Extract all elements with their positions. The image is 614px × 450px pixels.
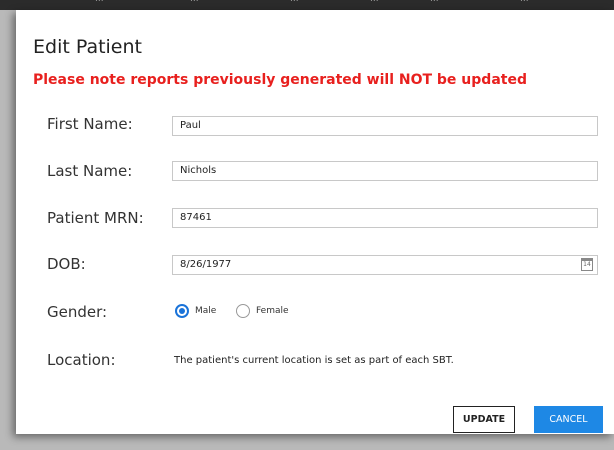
dob-label: DOB: xyxy=(47,255,86,273)
gender-label: Gender: xyxy=(47,303,108,321)
background-column-text: ... xyxy=(95,0,104,4)
background-column-text: ... xyxy=(430,0,439,4)
patient-mrn-input[interactable]: 87461 xyxy=(172,208,598,228)
background-column-text: ... xyxy=(190,0,199,4)
warning-message: Please note reports previously generated… xyxy=(33,72,527,88)
update-button[interactable]: UPDATE xyxy=(453,406,515,433)
first-name-label: First Name: xyxy=(47,115,133,133)
dob-input[interactable]: 8/26/1977 14 xyxy=(172,255,598,275)
location-info-text: The patient's current location is set as… xyxy=(174,355,454,366)
first-name-input[interactable]: Paul xyxy=(172,116,598,136)
edit-patient-dialog: Edit Patient Please note reports previou… xyxy=(16,10,614,434)
cancel-button[interactable]: CANCEL xyxy=(534,406,603,433)
gender-option-female[interactable]: Female xyxy=(236,304,289,318)
dob-value: 8/26/1977 xyxy=(180,259,232,270)
background-column-text: ... xyxy=(370,0,379,4)
dialog-title: Edit Patient xyxy=(33,36,142,58)
location-label: Location: xyxy=(47,351,116,369)
calendar-icon[interactable]: 14 xyxy=(581,258,593,271)
gender-option-label: Male xyxy=(195,306,217,316)
patient-mrn-label: Patient MRN: xyxy=(47,209,144,227)
gender-option-male[interactable]: Male xyxy=(175,304,216,318)
background-column-text: ... xyxy=(290,0,299,4)
gender-option-label: Female xyxy=(256,306,289,316)
background-column-text: ... xyxy=(520,0,529,4)
background-app-strip: ... ... ... ... ... ... xyxy=(0,0,614,10)
last-name-label: Last Name: xyxy=(47,162,133,180)
radio-checked-icon[interactable] xyxy=(175,304,189,318)
last-name-input[interactable]: Nichols xyxy=(172,161,598,181)
radio-unchecked-icon[interactable] xyxy=(236,304,250,318)
